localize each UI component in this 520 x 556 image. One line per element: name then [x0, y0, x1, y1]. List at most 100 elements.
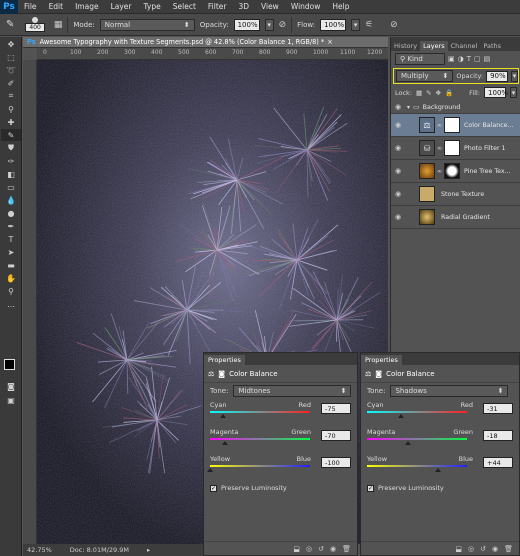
fill-slider-toggle[interactable]: ▾: [510, 87, 518, 98]
menu-window[interactable]: Window: [285, 2, 327, 11]
path-selection-tool-icon[interactable]: ➤: [1, 246, 21, 258]
filter-pixel-icon[interactable]: ▣: [448, 55, 455, 63]
filter-shape-icon[interactable]: ▢: [474, 55, 481, 63]
screen-mode-icon[interactable]: ▣: [1, 394, 21, 406]
reset-icon[interactable]: ↺: [318, 545, 324, 553]
yellow-blue-track[interactable]: [210, 465, 310, 467]
cyan-red-thumb[interactable]: [398, 414, 404, 418]
close-icon[interactable]: ×: [327, 38, 333, 46]
mask-icon[interactable]: ◙: [375, 370, 382, 378]
pen-tool-icon[interactable]: ✒: [1, 220, 21, 232]
yellow-blue-value[interactable]: -100: [321, 457, 351, 468]
lock-pixels-icon[interactable]: ✎: [426, 89, 431, 97]
shape-tool-icon[interactable]: ▬: [1, 259, 21, 271]
tone-dropdown[interactable]: Midtones ⬍: [233, 385, 352, 397]
trash-icon[interactable]: 🗑: [504, 545, 513, 553]
eyedropper-tool-icon[interactable]: ⚲: [1, 103, 21, 115]
visibility-eye-icon[interactable]: ◉: [391, 103, 405, 111]
preserve-luminosity-option[interactable]: ✓ Preserve Luminosity: [204, 484, 357, 492]
menu-edit[interactable]: Edit: [43, 2, 70, 11]
quick-select-tool-icon[interactable]: ✐: [1, 77, 21, 89]
view-previous-icon[interactable]: ◎: [306, 545, 312, 553]
layer-mask-thumbnail[interactable]: [444, 140, 460, 156]
clip-to-layer-icon[interactable]: ⬓: [455, 545, 462, 553]
mask-icon[interactable]: ◙: [218, 370, 225, 378]
mode-dropdown[interactable]: Normal ⬍: [99, 18, 195, 31]
healing-brush-tool-icon[interactable]: ✚: [1, 116, 21, 128]
extra-tools-icon[interactable]: …: [1, 298, 21, 310]
magenta-green-thumb[interactable]: [222, 441, 228, 445]
tab-properties[interactable]: Properties: [361, 355, 402, 365]
clone-stamp-tool-icon[interactable]: ⛊: [1, 142, 21, 154]
clip-to-layer-icon[interactable]: ⬓: [293, 545, 300, 553]
checkbox-checked-icon[interactable]: ✓: [210, 484, 217, 492]
fill-field[interactable]: 100%: [484, 87, 508, 98]
layer-opacity-field[interactable]: 90%: [486, 70, 509, 82]
menu-select[interactable]: Select: [167, 2, 202, 11]
lasso-tool-icon[interactable]: ➰: [1, 64, 21, 76]
opacity-slider-toggle[interactable]: ▾: [264, 18, 274, 31]
layer-mask-thumbnail[interactable]: [444, 163, 460, 179]
opacity-field[interactable]: 100%: [233, 18, 260, 31]
menu-3d[interactable]: 3D: [232, 2, 255, 11]
visibility-eye-icon[interactable]: ◉: [391, 190, 405, 198]
flow-field[interactable]: 100%: [320, 18, 347, 31]
tone-dropdown[interactable]: Shadows ⬍: [390, 385, 509, 397]
filter-smart-icon[interactable]: ▤: [484, 55, 491, 63]
preserve-luminosity-option[interactable]: ✓ Preserve Luminosity: [361, 484, 519, 492]
airbrush-icon[interactable]: ⚟: [365, 20, 373, 30]
zoom-tool-icon[interactable]: ⚲: [1, 285, 21, 297]
pressure-size-icon[interactable]: ⊘: [390, 20, 398, 30]
blur-tool-icon[interactable]: 💧: [1, 194, 21, 206]
menu-help[interactable]: Help: [326, 2, 355, 11]
tab-history[interactable]: History: [391, 41, 420, 51]
dodge-tool-icon[interactable]: ●: [1, 207, 21, 219]
brush-tool-icon[interactable]: ✎: [1, 129, 21, 141]
filter-adjust-icon[interactable]: ◑: [458, 55, 464, 63]
visibility-eye-icon[interactable]: ◉: [492, 545, 498, 553]
tab-channels[interactable]: Channel: [448, 41, 481, 51]
magenta-green-value[interactable]: -18: [483, 430, 513, 441]
visibility-eye-icon[interactable]: ◉: [391, 144, 405, 152]
cyan-red-track[interactable]: [210, 411, 310, 413]
zoom-level[interactable]: 42.75%: [27, 546, 52, 554]
quick-mask-icon[interactable]: ◙: [1, 380, 21, 392]
layer-row-radial-gradient[interactable]: ◉ Radial Gradient: [391, 206, 520, 229]
tab-paths[interactable]: Paths: [480, 41, 504, 51]
yellow-blue-thumb[interactable]: [207, 468, 213, 472]
layer-mask-thumbnail[interactable]: [444, 117, 460, 133]
cyan-red-thumb[interactable]: [220, 414, 226, 418]
yellow-blue-thumb[interactable]: [435, 468, 441, 472]
cyan-red-value[interactable]: -75: [321, 403, 351, 414]
magenta-green-thumb[interactable]: [405, 441, 411, 445]
flow-slider-toggle[interactable]: ▾: [351, 18, 361, 31]
yellow-blue-track[interactable]: [367, 465, 467, 467]
layer-kind-filter[interactable]: ⚲ Kind: [395, 53, 445, 65]
menu-view[interactable]: View: [255, 2, 285, 11]
brush-panel-icon[interactable]: ▦: [54, 20, 63, 30]
tab-layers[interactable]: Layers: [420, 41, 448, 51]
brush-tool-icon[interactable]: ✎: [6, 19, 14, 30]
lock-all-icon[interactable]: 🔒: [445, 89, 453, 97]
magenta-green-track[interactable]: [367, 438, 467, 440]
eraser-tool-icon[interactable]: ◧: [1, 168, 21, 180]
layer-opacity-slider-toggle[interactable]: ▾: [511, 70, 518, 82]
lock-position-icon[interactable]: ✥: [436, 89, 441, 97]
foreground-color-swatch[interactable]: [4, 359, 15, 370]
pressure-opacity-icon[interactable]: ⊘: [279, 20, 287, 30]
status-arrow-icon[interactable]: ▸: [147, 546, 150, 554]
visibility-eye-icon[interactable]: ◉: [391, 121, 405, 129]
brush-preset-picker[interactable]: 400: [25, 17, 45, 32]
type-tool-icon[interactable]: T: [1, 233, 21, 245]
layer-row-photo-filter[interactable]: ◉ ⛁ ∞ Photo Filter 1: [391, 137, 520, 160]
hand-tool-icon[interactable]: ✋: [1, 272, 21, 284]
magenta-green-track[interactable]: [210, 438, 310, 440]
visibility-eye-icon[interactable]: ◉: [330, 545, 336, 553]
menu-image[interactable]: Image: [69, 2, 105, 11]
layer-row-color-balance[interactable]: ◉ ⚖ ∞ Color Balance...: [391, 114, 520, 137]
trash-icon[interactable]: 🗑: [342, 545, 351, 553]
view-previous-icon[interactable]: ◎: [468, 545, 474, 553]
history-brush-tool-icon[interactable]: ✑: [1, 155, 21, 167]
menu-filter[interactable]: Filter: [202, 2, 233, 11]
menu-file[interactable]: File: [18, 2, 43, 11]
